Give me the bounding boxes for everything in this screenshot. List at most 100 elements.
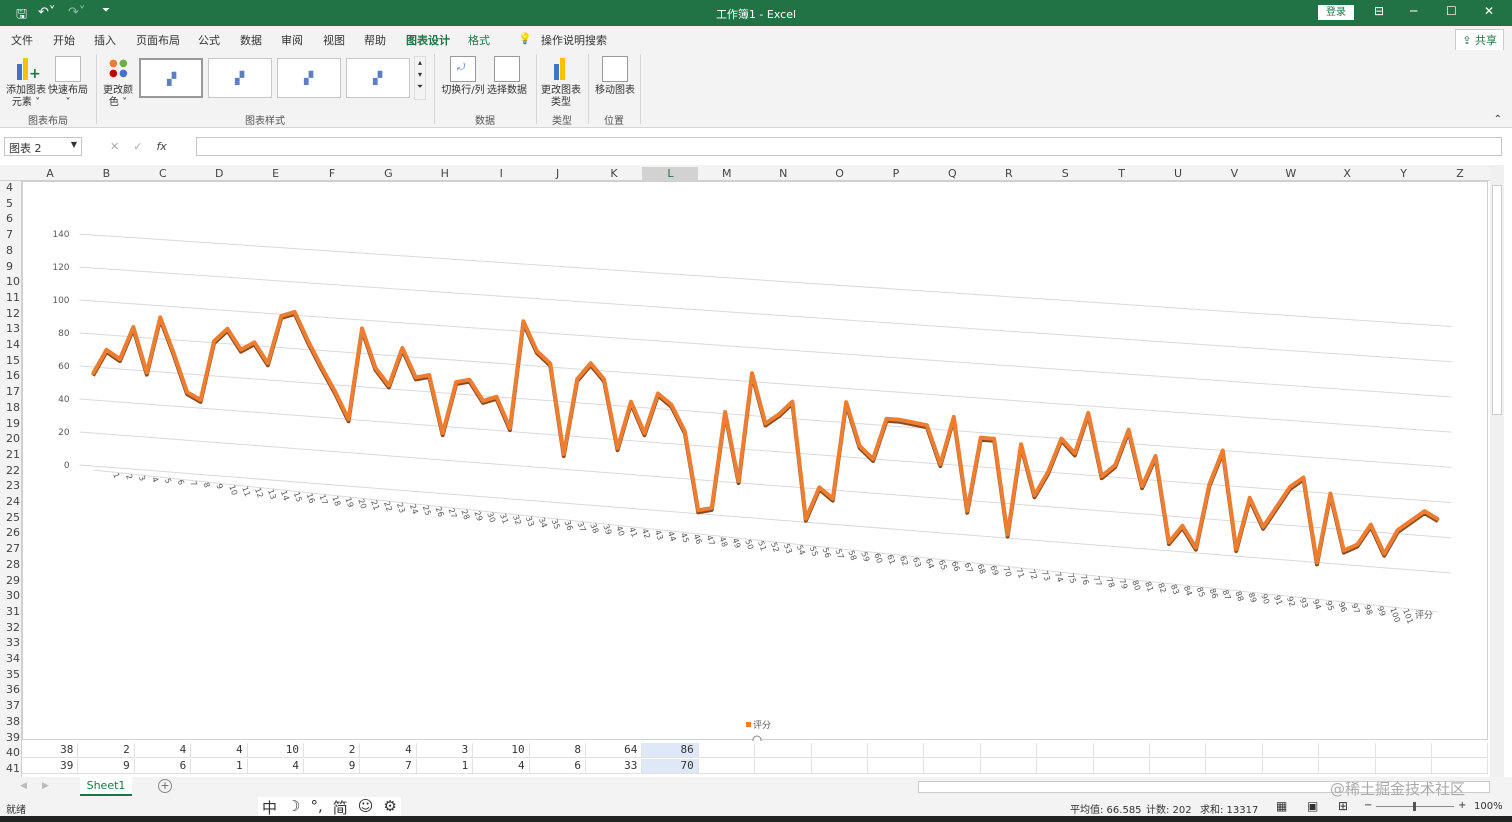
cell-W40[interactable] (1262, 743, 1320, 758)
select-data-button[interactable]: 选择数据 (486, 56, 528, 97)
column-header-H[interactable]: H (417, 167, 473, 180)
row-header-4[interactable]: 4 (0, 181, 20, 194)
column-header-V[interactable]: V (1206, 167, 1262, 180)
tab-file[interactable]: 文件 (11, 32, 33, 48)
column-header-P[interactable]: P (868, 167, 924, 180)
zoom-out-button[interactable]: − (1364, 800, 1372, 811)
row-header-37[interactable]: 37 (0, 699, 20, 712)
row-header-5[interactable]: 5 (0, 197, 20, 210)
cell-X40[interactable] (1319, 743, 1376, 758)
row-header-12[interactable]: 12 (0, 307, 20, 320)
change-colors-button[interactable]: ● ● ● ● 更改颜色 ˅ (102, 56, 134, 109)
cell-Y40[interactable] (1375, 743, 1432, 758)
tab-page-layout[interactable]: 页面布局 (136, 32, 180, 48)
row-header-39[interactable]: 39 (0, 731, 20, 744)
name-box[interactable]: 图表 2 ▼ (4, 137, 82, 156)
cell-K40[interactable]: 64 (586, 743, 643, 758)
vertical-scrollbar[interactable] (1490, 165, 1504, 777)
cell-R40[interactable] (980, 743, 1038, 758)
chart-style-4[interactable]: ▞ (346, 58, 410, 98)
cell-I40[interactable]: 10 (473, 743, 530, 758)
cell-G40[interactable]: 4 (360, 743, 417, 758)
emoji-icon[interactable]: ☺ (358, 797, 374, 816)
column-header-W[interactable]: W (1263, 167, 1319, 180)
punctuation-icon[interactable]: °, (310, 797, 322, 816)
cell-L40[interactable]: 86 (642, 743, 699, 758)
row-header-35[interactable]: 35 (0, 668, 20, 681)
cell-P40[interactable] (868, 743, 925, 758)
cell-N40[interactable] (755, 743, 812, 758)
row-header-28[interactable]: 28 (0, 558, 20, 571)
maximize-button[interactable]: ☐ (1446, 4, 1457, 18)
row-header-18[interactable]: 18 (0, 401, 20, 414)
tab-data[interactable]: 数据 (240, 32, 262, 48)
ime-chinese-button[interactable]: 中 (262, 797, 277, 817)
cell-O41[interactable] (811, 759, 868, 774)
column-header-D[interactable]: D (191, 167, 247, 180)
row-header-22[interactable]: 22 (0, 464, 20, 477)
row-header-17[interactable]: 17 (0, 385, 20, 398)
row-header-16[interactable]: 16 (0, 369, 20, 382)
row-header-23[interactable]: 23 (0, 479, 20, 492)
tab-insert[interactable]: 插入 (94, 32, 116, 48)
cell-A41[interactable]: 39 (22, 759, 79, 774)
row-header-38[interactable]: 38 (0, 715, 20, 728)
cell-B40[interactable]: 2 (78, 743, 135, 758)
chart-style-1[interactable]: ▞ (139, 58, 203, 98)
row-header-13[interactable]: 13 (0, 322, 20, 335)
cancel-icon[interactable]: ✕ (110, 140, 119, 153)
simplified-button[interactable]: 简 (333, 797, 348, 817)
cell-S40[interactable] (1037, 743, 1094, 758)
cell-F41[interactable]: 9 (304, 759, 361, 774)
column-header-K[interactable]: K (586, 167, 642, 180)
sheet-nav-next-icon[interactable]: ▶ (42, 781, 49, 791)
row-header-6[interactable]: 6 (0, 212, 20, 225)
cell-E40[interactable]: 10 (247, 743, 304, 758)
column-header-I[interactable]: I (473, 167, 529, 180)
column-header-A[interactable]: A (22, 167, 78, 180)
cell-F40[interactable]: 2 (304, 743, 361, 758)
cell-V41[interactable] (1206, 759, 1263, 774)
column-header-M[interactable]: M (699, 167, 755, 180)
column-header-S[interactable]: S (1037, 167, 1093, 180)
insert-function-icon[interactable]: fx (156, 140, 166, 153)
tab-chart-design[interactable]: 图表设计 (406, 32, 450, 52)
column-header-U[interactable]: U (1150, 167, 1206, 180)
row-header-36[interactable]: 36 (0, 683, 20, 696)
cell-X41[interactable] (1319, 759, 1376, 774)
add-sheet-button[interactable]: + (158, 779, 172, 793)
enter-icon[interactable]: ✓ (133, 140, 142, 153)
cell-H41[interactable]: 1 (416, 759, 474, 774)
add-chart-element-button[interactable]: + 添加图表元素 ˅ (6, 56, 46, 109)
collapse-ribbon-icon[interactable]: ⌃ (1494, 114, 1502, 125)
cell-R41[interactable] (980, 759, 1038, 774)
cell-J40[interactable]: 8 (529, 743, 586, 758)
settings-icon[interactable]: ⚙ (383, 797, 396, 816)
row-header-10[interactable]: 10 (0, 275, 20, 288)
column-header-E[interactable]: E (248, 167, 304, 180)
scroll-thumb[interactable] (1492, 185, 1502, 415)
row-header-26[interactable]: 26 (0, 526, 20, 539)
cell-Q40[interactable] (924, 743, 981, 758)
cell-K41[interactable]: 33 (586, 759, 643, 774)
column-header-R[interactable]: R (981, 167, 1037, 180)
column-header-B[interactable]: B (78, 167, 134, 180)
column-header-Z[interactable]: Z (1432, 167, 1488, 180)
ribbon-display-button[interactable]: ⊟ (1374, 4, 1384, 18)
cell-Z41[interactable] (1432, 759, 1489, 774)
row-header-34[interactable]: 34 (0, 652, 20, 665)
cell-H40[interactable]: 3 (416, 743, 474, 758)
login-button[interactable]: 登录 (1318, 5, 1354, 20)
row-header-31[interactable]: 31 (0, 605, 20, 618)
tab-help[interactable]: 帮助 (364, 32, 386, 48)
page-layout-view-icon[interactable]: ▣ (1307, 799, 1318, 813)
tab-review[interactable]: 审阅 (281, 32, 303, 48)
cell-I41[interactable]: 4 (473, 759, 530, 774)
normal-view-icon[interactable]: ▦ (1276, 799, 1287, 813)
row-header-25[interactable]: 25 (0, 511, 20, 524)
row-header-8[interactable]: 8 (0, 244, 20, 257)
share-button[interactable]: ⇪ 共享 (1455, 29, 1504, 51)
chart-style-2[interactable]: ▞ (208, 58, 272, 98)
minimize-button[interactable]: ─ (1410, 4, 1417, 18)
row-header-11[interactable]: 11 (0, 291, 20, 304)
